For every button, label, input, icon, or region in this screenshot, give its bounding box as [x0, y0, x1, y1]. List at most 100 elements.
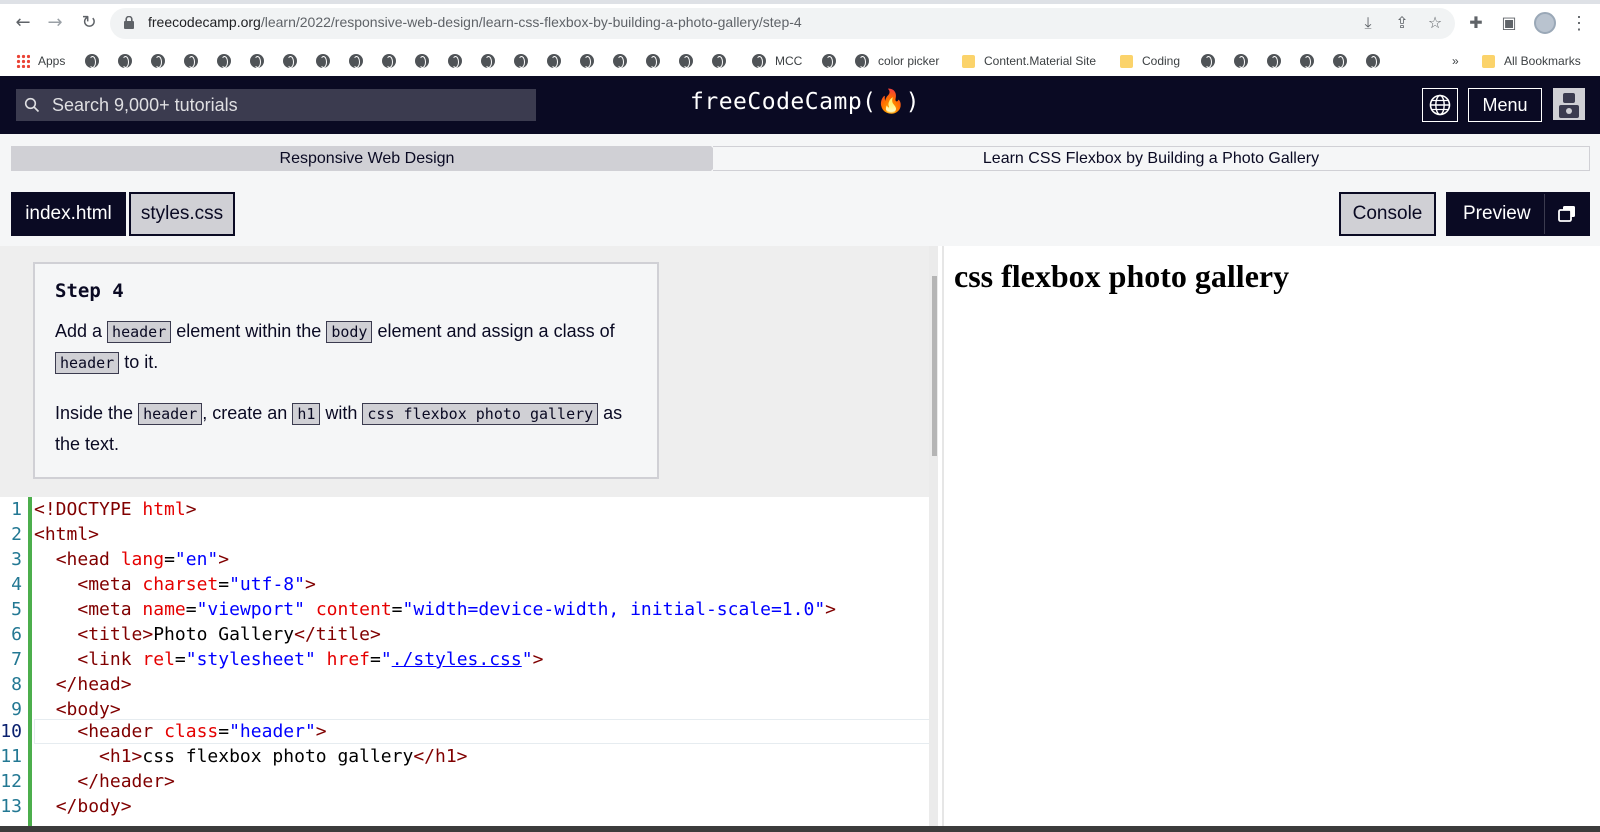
globe-icon	[250, 54, 264, 68]
code-line[interactable]: 1 <!DOCTYPE html>	[0, 497, 938, 522]
lock-icon	[124, 16, 134, 29]
bookmark-globe-14[interactable]	[514, 53, 528, 69]
globe-icon	[679, 54, 693, 68]
back-arrow-icon[interactable]: ←	[12, 12, 34, 34]
code-line[interactable]: 12 </header>	[0, 769, 938, 794]
bookmark-globe-17[interactable]	[613, 53, 627, 69]
bookmark-globe-10[interactable]	[382, 53, 396, 69]
bookmark-globe-26[interactable]	[1333, 53, 1347, 69]
breadcrumb-superblock[interactable]: Responsive Web Design	[11, 146, 723, 171]
bookmark-globe-1[interactable]	[85, 53, 99, 69]
more-menu-icon[interactable]: ⋮	[1570, 12, 1588, 34]
folder-icon	[1482, 54, 1495, 68]
code-line[interactable]: 13 </body>	[0, 794, 938, 819]
tab-index-html[interactable]: index.html	[11, 192, 126, 236]
extensions-icon[interactable]: ✚	[1466, 13, 1486, 33]
code-line[interactable]: 3 <head lang="en">	[0, 547, 938, 572]
bookmark-globe-5[interactable]	[217, 53, 231, 69]
code-line[interactable]: 7 <link rel="stylesheet" href="./styles.…	[0, 647, 938, 672]
code-line[interactable]: 2 <html>	[0, 522, 938, 547]
line-number: 13	[0, 796, 22, 817]
bookmark-globe-13[interactable]	[481, 53, 495, 69]
breadcrumb-block[interactable]: Learn CSS Flexbox by Building a Photo Ga…	[713, 146, 1590, 171]
bookmark-globe-7[interactable]	[283, 53, 297, 69]
console-button[interactable]: Console	[1339, 192, 1436, 236]
bookmark-globe-2[interactable]	[118, 53, 132, 69]
bookmark-globe-11[interactable]	[415, 53, 429, 69]
line-number: 1	[11, 499, 22, 520]
bookmark-globe-8[interactable]	[316, 53, 330, 69]
bookmark-globe-9[interactable]	[349, 53, 363, 69]
url-text[interactable]: freecodecamp.org/learn/2022/responsive-w…	[148, 14, 802, 30]
bookmarks-overflow-button[interactable]: »	[1452, 53, 1459, 69]
install-icon[interactable]: ⤓	[1358, 13, 1378, 33]
code-content: <html>	[34, 524, 100, 545]
search-box[interactable]	[16, 89, 536, 121]
instruction-text: Inside the	[55, 403, 139, 423]
bookmark-globe-20[interactable]	[712, 53, 726, 69]
globe-icon	[613, 54, 627, 68]
profile-avatar[interactable]	[1534, 12, 1556, 34]
tab-styles-css[interactable]: styles.css	[129, 192, 235, 236]
globe-icon	[448, 54, 462, 68]
globe-icon	[547, 54, 561, 68]
code-snippet: header	[107, 321, 172, 343]
bookmarks-bar: Apps MCC color picker Content.Material S…	[0, 46, 1600, 76]
search-input[interactable]	[52, 89, 522, 121]
instruction-paragraph-2: Inside the header, create an h1 with css…	[55, 398, 637, 459]
editor-tabs-bar: index.html styles.css Console Preview	[0, 184, 1600, 246]
bookmark-globe-16[interactable]	[580, 53, 594, 69]
menu-button[interactable]: Menu	[1468, 88, 1542, 122]
line-number: 6	[11, 624, 22, 645]
preview-button-label: Preview	[1463, 203, 1531, 224]
bookmark-globe-23[interactable]	[1234, 53, 1248, 69]
bookmark-color-picker[interactable]: color picker	[855, 53, 939, 69]
star-icon[interactable]: ☆	[1425, 13, 1445, 33]
bookmark-apps[interactable]: Apps	[16, 53, 65, 69]
code-line[interactable]: 6 <title>Photo Gallery</title>	[0, 622, 938, 647]
bookmark-content-material-label: Content.Material Site	[984, 54, 1097, 68]
avatar-icon	[1553, 88, 1585, 120]
code-line[interactable]: 5 <meta name="viewport" content="width=d…	[0, 597, 938, 622]
bookmark-globe-3[interactable]	[151, 53, 165, 69]
code-line[interactable]: 8 </head>	[0, 672, 938, 697]
reload-icon[interactable]: ↻	[78, 12, 100, 34]
language-button[interactable]	[1422, 88, 1458, 122]
bookmark-globe-18[interactable]	[646, 53, 660, 69]
preview-button[interactable]: Preview	[1446, 192, 1590, 236]
bookmark-globe-19[interactable]	[679, 53, 693, 69]
bookmark-globe-27[interactable]	[1366, 53, 1380, 69]
side-panel-icon[interactable]: ▣	[1499, 13, 1519, 33]
bookmark-globe-4[interactable]	[184, 53, 198, 69]
instructions-area: Step 4 Add a header element within the b…	[0, 246, 938, 497]
user-avatar[interactable]	[1553, 88, 1585, 120]
bookmark-globe-25[interactable]	[1300, 53, 1314, 69]
code-line[interactable]: 11 <h1>css flexbox photo gallery</h1>	[0, 744, 938, 769]
bookmark-folder-content-material[interactable]: Content.Material Site	[962, 53, 1096, 69]
bookmark-globe-21[interactable]	[822, 53, 836, 69]
pane-scrollbar-thumb[interactable]	[932, 276, 937, 456]
fcc-logo[interactable]: freeCodeCamp(🔥)	[690, 88, 920, 115]
code-line-active[interactable]: 10 <header class="header">	[0, 719, 938, 744]
globe-icon	[646, 54, 660, 68]
bookmark-globe-22[interactable]	[1201, 53, 1215, 69]
url-domain: freecodecamp.org	[148, 14, 261, 30]
bookmark-globe-24[interactable]	[1267, 53, 1281, 69]
line-number: 12	[0, 771, 22, 792]
bottom-scrollbar[interactable]	[0, 826, 1600, 832]
share-icon[interactable]: ⇪	[1392, 13, 1412, 33]
line-number: 7	[11, 649, 22, 670]
forward-arrow-icon[interactable]: →	[44, 12, 66, 34]
bookmark-folder-coding[interactable]: Coding	[1120, 53, 1180, 69]
globe-icon	[349, 54, 363, 68]
popout-window-icon[interactable]	[1544, 194, 1588, 234]
bookmark-globe-6[interactable]	[250, 53, 264, 69]
bookmark-mcc[interactable]: MCC	[752, 53, 802, 69]
code-line[interactable]: 4 <meta charset="utf-8">	[0, 572, 938, 597]
bookmark-globe-12[interactable]	[448, 53, 462, 69]
globe-icon	[481, 54, 495, 68]
code-content: <meta name="viewport" content="width=dev…	[77, 599, 836, 620]
bookmark-folder-all[interactable]: All Bookmarks	[1482, 53, 1581, 69]
code-editor[interactable]: 1 <!DOCTYPE html> 2 <html> 3 <head lang="e…	[0, 497, 938, 832]
bookmark-globe-15[interactable]	[547, 53, 561, 69]
